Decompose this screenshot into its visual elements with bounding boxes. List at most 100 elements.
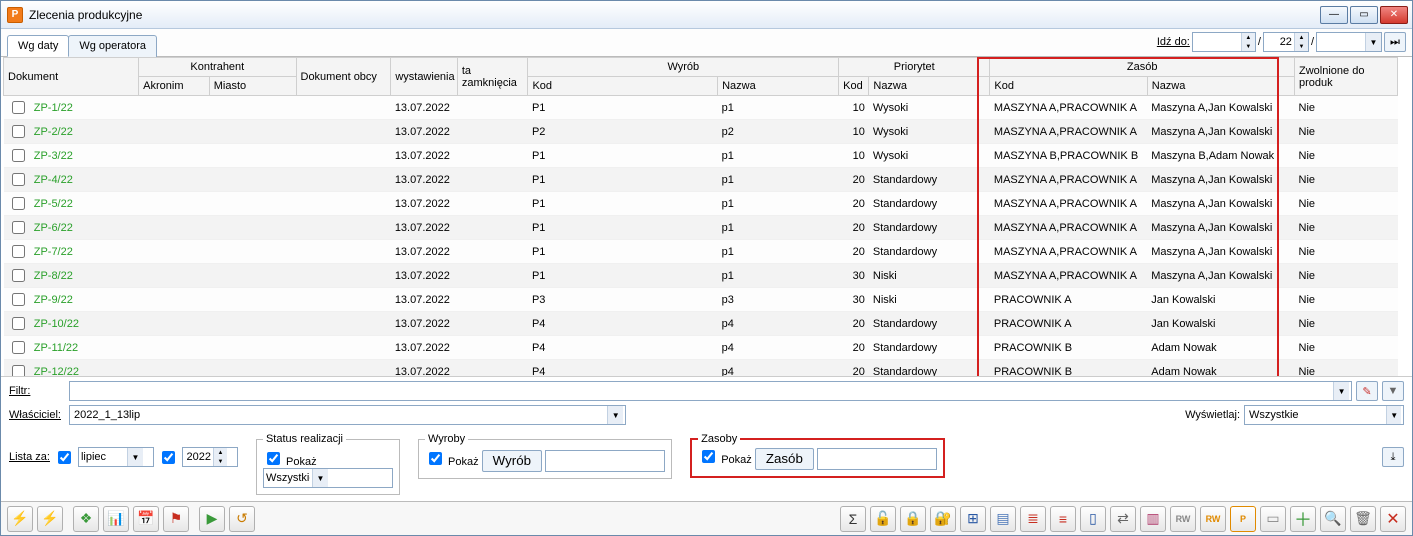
tool-delete-button[interactable]: 🗑 xyxy=(1350,506,1376,532)
row-check[interactable] xyxy=(12,149,25,162)
table-row[interactable]: ZP-8/2213.07.2022P1p130NiskiMASZYNA A,PR… xyxy=(4,264,1398,288)
orders-grid[interactable]: Dokument Kontrahent Dokument obcy wystaw… xyxy=(3,57,1398,376)
tool-leaf-icon[interactable]: ❖ xyxy=(73,506,99,532)
row-check[interactable] xyxy=(12,293,25,306)
tool-puzzle-icon[interactable]: ⊞ xyxy=(960,506,986,532)
doc-link[interactable]: ZP-11/22 xyxy=(34,342,78,354)
tool-doc-icon[interactable]: ▯ xyxy=(1080,506,1106,532)
tool-note-icon[interactable]: ▭ xyxy=(1260,506,1286,532)
tool-calendar-icon[interactable]: 📅 xyxy=(133,506,159,532)
chevron-down-icon[interactable]: ▼ xyxy=(1386,406,1401,424)
doc-link[interactable]: ZP-12/22 xyxy=(34,366,79,377)
doc-link[interactable]: ZP-6/22 xyxy=(34,222,73,234)
tool-close-button[interactable]: ✕ xyxy=(1380,506,1406,532)
table-row[interactable]: ZP-7/2213.07.2022P1p120StandardowyMASZYN… xyxy=(4,240,1398,264)
chevron-down-icon[interactable]: ▼ xyxy=(127,448,143,466)
row-check[interactable] xyxy=(12,125,25,138)
wyroby-pokaz-check[interactable] xyxy=(429,452,442,465)
tool-books-icon[interactable]: ▥ xyxy=(1140,506,1166,532)
tool-lightning-icon[interactable]: ⚡ xyxy=(7,506,33,532)
table-row[interactable]: ZP-4/2213.07.2022P1p120StandardowyMASZYN… xyxy=(4,168,1398,192)
lista-za-month[interactable]: ▼ xyxy=(78,447,154,467)
row-check[interactable] xyxy=(12,221,25,234)
row-check[interactable] xyxy=(12,173,25,186)
col-prio-nazwa[interactable]: Nazwa xyxy=(869,77,990,96)
minimize-button[interactable]: — xyxy=(1320,6,1348,24)
row-check[interactable] xyxy=(12,317,25,330)
col-miasto[interactable]: Miasto xyxy=(209,77,296,96)
col-zasob-kod[interactable]: Kod xyxy=(990,77,1147,96)
row-check[interactable] xyxy=(12,101,25,114)
filter-funnel-button[interactable]: ▼ xyxy=(1382,381,1404,401)
status-select[interactable]: ▼ xyxy=(263,468,393,488)
tool-bars-icon[interactable]: ▤ xyxy=(990,506,1016,532)
goto-input-2[interactable]: ▲▼ xyxy=(1263,32,1309,52)
tool-sigma-icon[interactable]: Σ xyxy=(840,506,866,532)
doc-link[interactable]: ZP-5/22 xyxy=(34,198,73,210)
wlasciciel-input[interactable]: ▼ xyxy=(69,405,626,425)
table-row[interactable]: ZP-12/2213.07.2022P4p420StandardowyPRACO… xyxy=(4,360,1398,377)
lista-za-month-check[interactable] xyxy=(58,451,71,464)
col-akronim[interactable]: Akronim xyxy=(139,77,210,96)
wyswietlaj-select[interactable]: ▼ xyxy=(1244,405,1404,425)
tool-list-icon[interactable]: ≣ xyxy=(1020,506,1046,532)
tool-list-alt-icon[interactable]: ≡ xyxy=(1050,506,1076,532)
row-check[interactable] xyxy=(12,245,25,258)
status-pokaz-check[interactable] xyxy=(267,452,280,465)
zasoby-input[interactable] xyxy=(817,448,937,470)
tool-lock-icon[interactable]: 🔒 xyxy=(900,506,926,532)
tool-add-button[interactable]: ＋ xyxy=(1290,506,1316,532)
table-row[interactable]: ZP-9/2213.07.2022P3p330NiskiPRACOWNIK AJ… xyxy=(4,288,1398,312)
table-row[interactable]: ZP-3/2213.07.2022P1p110WysokiMASZYNA B,P… xyxy=(4,144,1398,168)
goto-input-1[interactable]: ▲▼ xyxy=(1192,32,1256,52)
tab-wg-daty[interactable]: Wg daty xyxy=(7,35,69,57)
row-check[interactable] xyxy=(12,365,25,376)
col-dokument-obcy[interactable]: Dokument obcy xyxy=(296,58,391,96)
tool-p-button[interactable]: P xyxy=(1230,506,1256,532)
lista-za-year[interactable]: ▲▼ xyxy=(182,447,238,467)
filter-apply-button[interactable]: ✎ xyxy=(1356,381,1378,401)
tool-lock-alt-icon[interactable]: 🔐 xyxy=(930,506,956,532)
export-button[interactable]: ⤓ xyxy=(1382,447,1404,467)
table-row[interactable]: ZP-5/2213.07.2022P1p120StandardowyMASZYN… xyxy=(4,192,1398,216)
table-row[interactable]: ZP-11/2213.07.2022P4p420StandardowyPRACO… xyxy=(4,336,1398,360)
tool-rw-orange-button[interactable]: RW xyxy=(1200,506,1226,532)
col-wyrob[interactable]: Wyrób xyxy=(528,58,839,77)
tool-play-icon[interactable]: ▶ xyxy=(199,506,225,532)
chevron-down-icon[interactable]: ▼ xyxy=(607,406,623,424)
tool-rw-button[interactable]: RW xyxy=(1170,506,1196,532)
col-prio-kod[interactable]: Kod xyxy=(839,77,869,96)
table-row[interactable]: ZP-2/2213.07.2022P2p210WysokiMASZYNA A,P… xyxy=(4,120,1398,144)
goto-select-3[interactable]: ▼ xyxy=(1316,32,1382,52)
row-check[interactable] xyxy=(12,269,25,282)
col-zasob-nazwa[interactable]: Nazwa xyxy=(1147,77,1294,96)
tab-wg-operatora[interactable]: Wg operatora xyxy=(68,35,157,57)
doc-link[interactable]: ZP-2/22 xyxy=(34,126,73,138)
tool-lock-open-icon[interactable]: 🔓 xyxy=(870,506,896,532)
doc-link[interactable]: ZP-8/22 xyxy=(34,270,73,282)
doc-link[interactable]: ZP-9/22 xyxy=(34,294,73,306)
col-wystawienia[interactable]: wystawienia xyxy=(391,58,458,96)
col-zasob[interactable]: Zasób xyxy=(990,58,1295,77)
table-row[interactable]: ZP-10/2213.07.2022P4p420StandardowyPRACO… xyxy=(4,312,1398,336)
lista-za-year-check[interactable] xyxy=(162,451,175,464)
row-check[interactable] xyxy=(12,197,25,210)
chevron-down-icon[interactable]: ▼ xyxy=(1333,382,1349,400)
table-row[interactable]: ZP-1/2213.07.2022P1p110WysokiMASZYNA A,P… xyxy=(4,96,1398,120)
tool-chart-icon[interactable]: 📊 xyxy=(103,506,129,532)
col-zwolnione[interactable]: Zwolnione do produk xyxy=(1295,58,1398,96)
wyroby-input[interactable] xyxy=(545,450,665,472)
tool-search-button[interactable]: 🔍 xyxy=(1320,506,1346,532)
filtr-input[interactable]: ▼ xyxy=(69,381,1352,401)
table-row[interactable]: ZP-6/2213.07.2022P1p120StandardowyMASZYN… xyxy=(4,216,1398,240)
row-check[interactable] xyxy=(12,341,25,354)
doc-link[interactable]: ZP-4/22 xyxy=(34,174,73,186)
tool-flag-icon[interactable]: ⚑ xyxy=(163,506,189,532)
maximize-button[interactable]: ▭ xyxy=(1350,6,1378,24)
chevron-down-icon[interactable]: ▼ xyxy=(312,469,328,487)
close-button[interactable]: ✕ xyxy=(1380,6,1408,24)
col-wyrob-nazwa[interactable]: Nazwa xyxy=(718,77,839,96)
col-kontrahent[interactable]: Kontrahent xyxy=(139,58,296,77)
doc-link[interactable]: ZP-10/22 xyxy=(34,318,79,330)
doc-link[interactable]: ZP-1/22 xyxy=(34,102,73,114)
